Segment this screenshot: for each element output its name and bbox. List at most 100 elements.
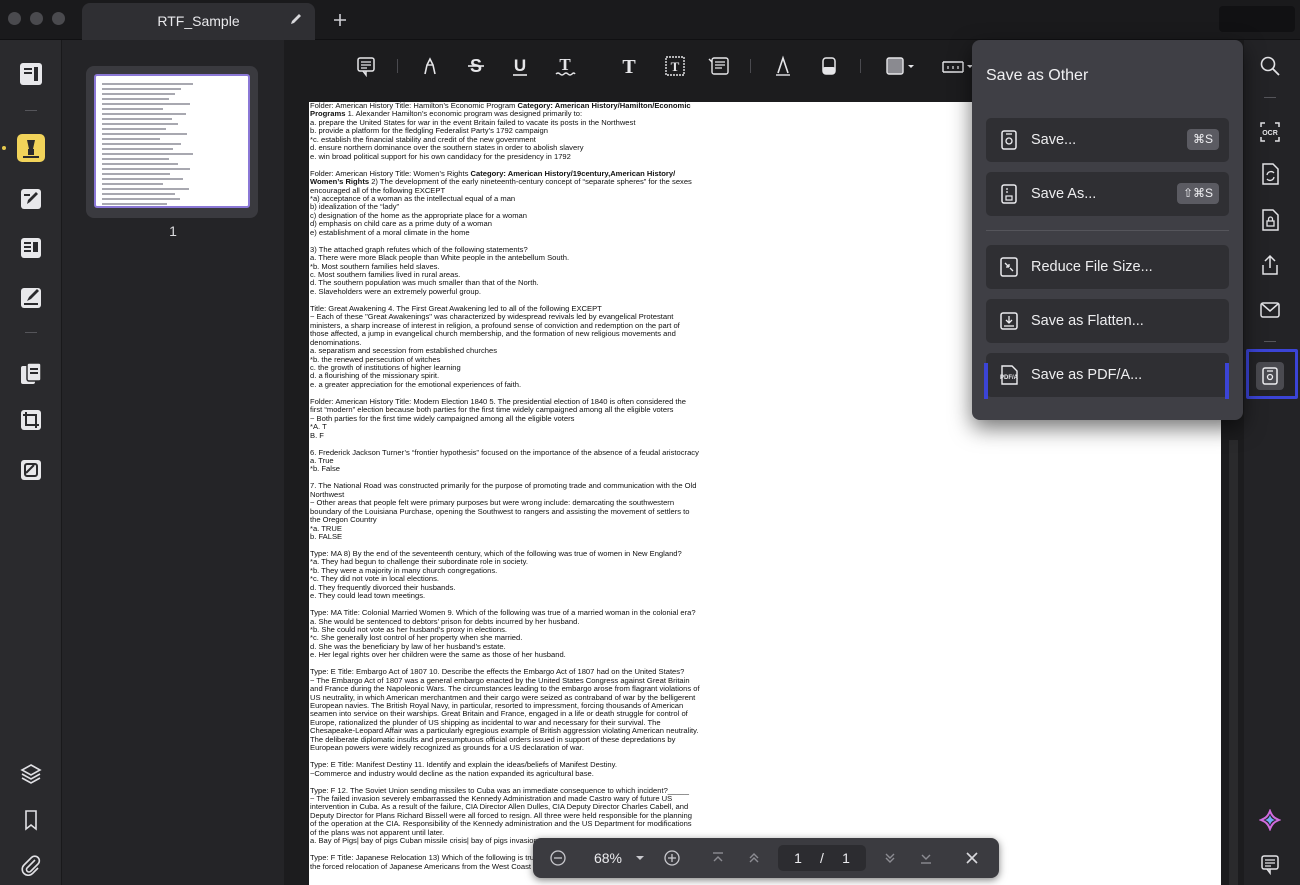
save-as-label: Save As... (1031, 186, 1097, 202)
save-as-flatten-label: Save as Flatten... (1031, 313, 1144, 329)
first-page-icon[interactable] (708, 848, 728, 868)
ocr-icon[interactable]: OCR (1258, 120, 1282, 144)
zoom-dropdown-chevron-icon[interactable] (632, 848, 648, 868)
flatten-icon (998, 310, 1020, 332)
document-text-run: 6. Frederick Jackson Turner’s “frontier … (310, 447, 699, 457)
document-paragraph: Title: Great Awakening 4. The First Grea… (310, 304, 700, 390)
squiggly-underline-icon[interactable]: T (553, 54, 577, 78)
fill-sign-icon[interactable] (17, 284, 45, 312)
bookmark-icon[interactable] (17, 806, 45, 834)
underline-icon[interactable]: U (508, 54, 532, 78)
save-as-button[interactable]: Save As... ⇧⌘S (986, 172, 1229, 216)
pdfa-icon: PDF/A (998, 364, 1020, 386)
convert-icon[interactable] (1258, 162, 1282, 186)
active-indicator-dot (2, 146, 6, 150)
svg-text:T: T (671, 59, 680, 74)
thumbnail-page-preview (94, 74, 250, 208)
pencil-draw-icon[interactable] (771, 54, 795, 78)
text-callout-icon[interactable] (707, 54, 731, 78)
zoom-level[interactable]: 68% (585, 848, 631, 868)
right-toolbar: OCR (1244, 40, 1300, 885)
save-as-pdfa-label: Save as PDF/A... (1031, 367, 1143, 383)
titlebar-account-area[interactable] (1219, 6, 1295, 32)
reader-mode-icon[interactable] (17, 60, 45, 88)
zoom-in-icon[interactable] (662, 848, 682, 868)
highlight-pen-icon[interactable] (418, 54, 442, 78)
shape-dropdown-icon[interactable] (884, 54, 918, 78)
save-button[interactable]: Save... ⌘S (986, 118, 1229, 162)
rename-pencil-icon[interactable] (289, 12, 303, 26)
toolbar-divider (1264, 97, 1276, 98)
email-icon[interactable] (1258, 298, 1282, 322)
document-text-run: e. They could lead town meetings. (310, 591, 426, 601)
crop-pages-icon[interactable] (17, 406, 45, 434)
page-number-box: 1 / 1 (778, 845, 866, 871)
document-paragraph: 3) The attached graph refutes which of t… (310, 245, 700, 297)
current-page-input[interactable]: 1 (786, 848, 810, 868)
zoom-out-icon[interactable] (548, 848, 568, 868)
window-zoom-button[interactable] (52, 12, 65, 25)
thumbnail-page-number: 1 (169, 223, 177, 239)
attachment-icon[interactable] (17, 851, 45, 879)
document-text-run: Folder: American History Title: Modern E… (310, 396, 686, 415)
sticky-note-icon[interactable] (354, 54, 378, 78)
new-tab-plus-icon[interactable] (330, 10, 350, 30)
toolbar-divider (1264, 341, 1276, 342)
svg-text:U: U (514, 56, 526, 75)
svg-text:T: T (622, 56, 636, 77)
vertical-scrollbar[interactable] (1229, 440, 1238, 885)
reduce-file-size-button[interactable]: Reduce File Size... (986, 245, 1229, 289)
document-paragraph: 6. Frederick Jackson Turner’s “frontier … (310, 447, 700, 474)
document-text-run: 7. The National Road was constructed pri… (310, 481, 697, 499)
document-text-run: e) establishment of a moral climate in t… (310, 227, 470, 237)
strikethrough-icon[interactable]: S (464, 54, 488, 78)
text-comment-icon[interactable]: T (617, 54, 641, 78)
save-as-pdfa-button[interactable]: PDF/A Save as PDF/A... (984, 353, 1229, 399)
toolbar-divider (25, 332, 37, 333)
document-text-run: e. Slaveholders were an extremely powerf… (310, 286, 481, 296)
document-paragraph: Type: MA 8) By the end of the seventeent… (310, 549, 700, 601)
popup-title: Save as Other (986, 67, 1089, 84)
document-text-run: ~ The Embargo Act of 1807 was a general … (310, 675, 700, 753)
save-as-icon (998, 183, 1020, 205)
previous-page-icon[interactable] (744, 848, 764, 868)
layers-icon[interactable] (17, 760, 45, 788)
total-pages: 1 (842, 850, 850, 866)
search-icon[interactable] (1258, 54, 1282, 78)
last-page-icon[interactable] (916, 848, 936, 868)
window-close-button[interactable] (8, 12, 21, 25)
organize-pages-icon[interactable] (17, 360, 45, 388)
compress-icon (998, 256, 1020, 278)
eraser-icon[interactable] (817, 54, 841, 78)
document-text-run: e. a greater appreciation for the emotio… (310, 379, 522, 389)
document-paragraph: Folder: American History Title: Women’s … (310, 169, 700, 238)
share-icon[interactable] (1258, 253, 1282, 277)
document-text-run: ~ Other areas that people felt were prim… (310, 498, 690, 525)
protect-password-icon[interactable] (1258, 208, 1282, 232)
form-fields-icon[interactable] (17, 234, 45, 262)
text-box-icon[interactable]: T (663, 54, 687, 78)
left-toolbar (0, 40, 62, 885)
next-page-icon[interactable] (880, 848, 900, 868)
ai-assistant-icon[interactable] (1258, 808, 1282, 832)
save-as-other-icon[interactable] (1256, 362, 1284, 390)
document-paragraph: 7. The National Road was constructed pri… (310, 481, 700, 541)
document-paragraph: Type: E Title: Embargo Act of 1807 10. D… (310, 667, 700, 753)
save-as-other-popup: Save as Other Save... ⌘S Save As... ⇧⌘S … (972, 40, 1243, 420)
document-text-run: *b. False (310, 464, 340, 474)
window-minimize-button[interactable] (30, 12, 43, 25)
document-tab[interactable]: RTF_Sample (82, 3, 315, 40)
close-bar-icon[interactable] (962, 848, 982, 868)
page-thumbnail[interactable] (86, 66, 258, 218)
save-shortcut: ⌘S (1186, 129, 1219, 150)
measure-dropdown-icon[interactable] (940, 54, 974, 78)
save-as-flatten-button[interactable]: Save as Flatten... (986, 299, 1229, 343)
comment-highlighter-icon[interactable] (17, 134, 45, 162)
app-window: RTF_Sample 1 S U T T T Folder: American … (0, 0, 1300, 885)
page-separator: / (820, 850, 824, 866)
protect-redact-icon[interactable] (17, 456, 45, 484)
edit-pdf-icon[interactable] (17, 185, 45, 213)
toolbar-separator (860, 59, 861, 73)
comments-panel-icon[interactable] (1258, 852, 1282, 876)
document-text-run: a. Bay of Pigs| bay of pigs Cuban missil… (310, 836, 538, 846)
